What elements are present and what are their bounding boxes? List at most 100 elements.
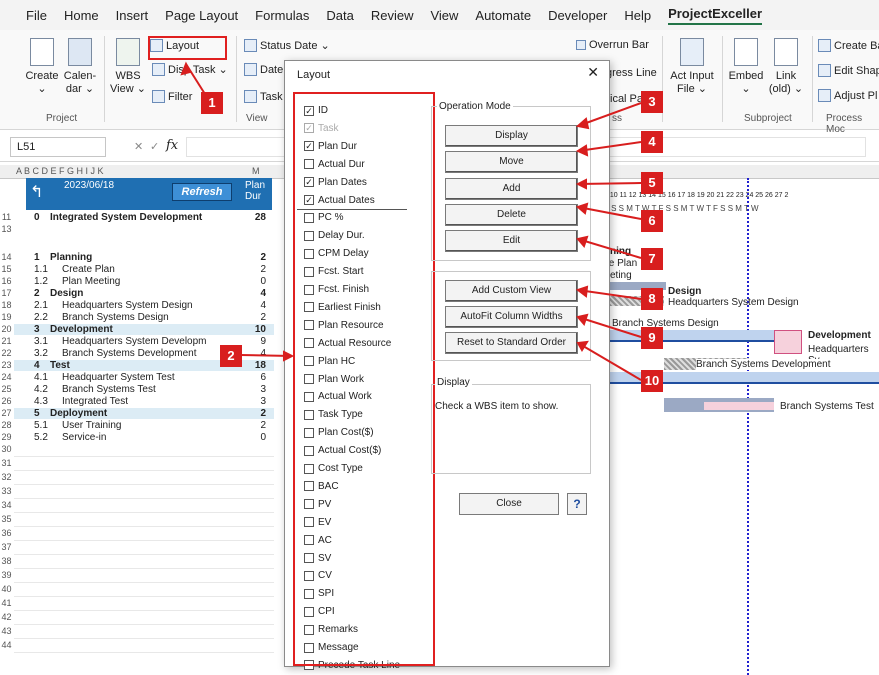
move-mode-button[interactable]: Move bbox=[445, 151, 578, 173]
adjust-plan-button[interactable]: Adjust Pl bbox=[818, 89, 877, 102]
wbs-view-button[interactable]: WBS View ⌄ bbox=[110, 38, 146, 96]
display-mode-button[interactable]: Display bbox=[445, 125, 578, 147]
grid-line bbox=[14, 526, 274, 527]
confirm-icon[interactable]: ✓ bbox=[150, 140, 159, 153]
function-icon[interactable]: fx bbox=[166, 138, 178, 153]
task-row[interactable]: 5.1 User Training 2 bbox=[14, 420, 274, 431]
task-name: Branch Systems Development bbox=[62, 348, 197, 359]
task-name: Branch Systems Design bbox=[62, 312, 169, 323]
row-number: 11 bbox=[1, 212, 12, 222]
date-button[interactable]: Date bbox=[244, 63, 283, 76]
back-arrow-icon[interactable]: ↰ bbox=[30, 182, 43, 202]
menu-bar: File Home Insert Page Layout Formulas Data Rev… bbox=[0, 0, 879, 30]
task-row[interactable]: 2.1 Headquarters System Design 4 bbox=[14, 300, 274, 311]
document-icon bbox=[30, 38, 54, 66]
task-name: Create Plan bbox=[62, 264, 115, 275]
task-row[interactable]: 1.1 Create Plan 2 bbox=[14, 264, 274, 275]
calendar-button[interactable]: Calen-dar ⌄ bbox=[62, 38, 98, 96]
row-number: 26 bbox=[1, 396, 12, 406]
menu-item[interactable]: Page Layout bbox=[165, 8, 238, 23]
menu-item[interactable]: Data bbox=[326, 8, 353, 23]
task-row[interactable]: 0 Integrated System Development 28 bbox=[14, 212, 274, 223]
grid-line bbox=[14, 484, 274, 485]
task-name: Plan Meeting bbox=[62, 276, 121, 287]
row-number: 29 bbox=[1, 432, 12, 442]
row-number: 18 bbox=[1, 300, 12, 310]
help-button[interactable]: ? bbox=[567, 493, 587, 515]
refresh-button[interactable]: Refresh bbox=[172, 183, 232, 201]
cancel-icon[interactable]: ✕ bbox=[134, 140, 143, 153]
grid-line bbox=[14, 554, 274, 555]
grid-line bbox=[14, 624, 274, 625]
menu-item[interactable]: Formulas bbox=[255, 8, 309, 23]
task-row[interactable]: 4.2 Branch Systems Test 3 bbox=[14, 384, 274, 395]
status-date-button[interactable]: Status Date ⌄ bbox=[244, 39, 330, 52]
task-row[interactable]: 5.2 Service-in 0 bbox=[14, 432, 274, 443]
row-number: 34 bbox=[1, 500, 12, 510]
menu-item[interactable]: Home bbox=[64, 8, 99, 23]
task-row[interactable] bbox=[14, 224, 274, 235]
plan-dur-header: Plan Dur bbox=[245, 180, 266, 202]
gantt-label: Branch Systems Design bbox=[612, 318, 719, 329]
plan-dur: 28 bbox=[254, 212, 266, 223]
grid-line bbox=[14, 498, 274, 499]
plan-dur: 2 bbox=[260, 408, 266, 419]
menu-item[interactable]: Review bbox=[371, 8, 414, 23]
display-task-button[interactable]: Disp Task ⌄ bbox=[152, 63, 228, 76]
grid-line bbox=[14, 652, 274, 653]
add-mode-button[interactable]: Add bbox=[445, 178, 578, 200]
row-number: 39 bbox=[1, 570, 12, 580]
progress-line-button[interactable]: gress Line bbox=[606, 67, 657, 79]
autofit-column-widths-button[interactable]: AutoFit Column Widths bbox=[445, 306, 578, 328]
add-custom-view-button[interactable]: Add Custom View bbox=[445, 280, 578, 302]
close-icon[interactable]: ✕ bbox=[587, 64, 599, 81]
task-row[interactable]: 4.3 Integrated Test 3 bbox=[14, 396, 274, 407]
plan-dur: 6 bbox=[260, 372, 266, 383]
task-row[interactable]: 5 Deployment 2 bbox=[14, 408, 274, 419]
menu-item[interactable]: ProjectExceller bbox=[668, 6, 763, 25]
task-row[interactable]: 2 Design 4 bbox=[14, 288, 274, 299]
edit-mode-button[interactable]: Edit bbox=[445, 230, 578, 252]
menu-item[interactable]: View bbox=[430, 8, 458, 23]
menu-item[interactable]: Developer bbox=[548, 8, 607, 23]
delete-mode-button[interactable]: Delete bbox=[445, 204, 578, 226]
create-ba-button[interactable]: Create Ba bbox=[818, 39, 879, 52]
task-button[interactable]: Task bbox=[244, 90, 283, 103]
task-id: 4 bbox=[34, 360, 40, 371]
row-number: 44 bbox=[1, 640, 12, 650]
create-button[interactable]: Create ⌄ bbox=[24, 38, 60, 96]
status-date-icon bbox=[244, 39, 257, 52]
wbs-icon bbox=[116, 38, 140, 66]
task-row[interactable]: 2.2 Branch Systems Design 2 bbox=[14, 312, 274, 323]
name-box[interactable]: L51 bbox=[10, 137, 106, 157]
view-group-label: View bbox=[246, 113, 268, 124]
menu-item[interactable]: Automate bbox=[475, 8, 531, 23]
critical-path-button[interactable]: ical Pa bbox=[610, 93, 643, 105]
menu-item[interactable]: Help bbox=[624, 8, 651, 23]
reset-standard-order-button[interactable]: Reset to Standard Order bbox=[445, 332, 578, 354]
task-id: 1 bbox=[34, 252, 40, 263]
filter-button[interactable]: Filter bbox=[152, 90, 192, 103]
task-id: 3.1 bbox=[34, 336, 48, 347]
edit-shape-button[interactable]: Edit Shap bbox=[818, 64, 879, 77]
menu-item[interactable]: File bbox=[26, 8, 47, 23]
overrun-bar-checkbox[interactable]: Overrun Bar bbox=[576, 39, 649, 51]
row-number: 17 bbox=[1, 288, 12, 298]
marker-9: 9 bbox=[641, 327, 663, 349]
row-number: 25 bbox=[1, 384, 12, 394]
menu-item[interactable]: Insert bbox=[116, 8, 149, 23]
row-number: 16 bbox=[1, 276, 12, 286]
row-number: 23 bbox=[1, 360, 12, 370]
act-input-file-button[interactable]: Act Input File ⌄ bbox=[668, 38, 716, 96]
close-button[interactable]: Close bbox=[459, 493, 559, 515]
row-number: 42 bbox=[1, 612, 12, 622]
row-number: 27 bbox=[1, 408, 12, 418]
link-old-button[interactable]: Link (old) ⌄ bbox=[766, 38, 806, 96]
gantt-label: Design bbox=[668, 286, 702, 297]
date-icon bbox=[244, 63, 257, 76]
embed-button[interactable]: Embed ⌄ bbox=[728, 38, 764, 96]
task-row[interactable]: 1.2 Plan Meeting 0 bbox=[14, 276, 274, 287]
task-row[interactable]: 1 Planning 2 bbox=[14, 252, 274, 263]
task-row[interactable]: 4.1 Headquarter System Test 6 bbox=[14, 372, 274, 383]
task-row[interactable]: 3 Development 10 bbox=[14, 324, 274, 335]
